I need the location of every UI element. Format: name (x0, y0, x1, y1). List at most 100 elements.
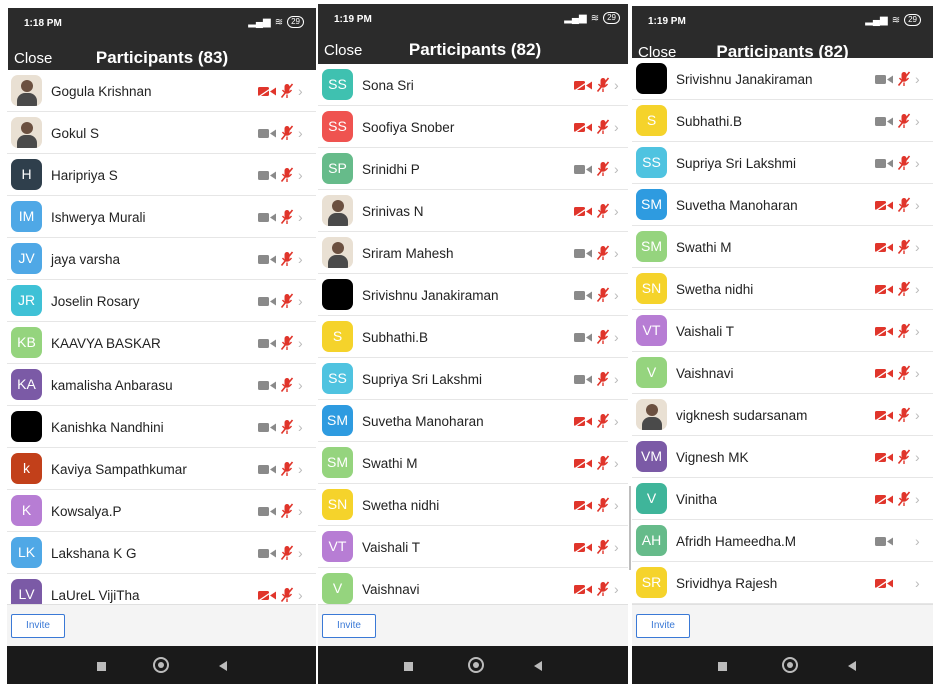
back-button[interactable] (848, 661, 856, 671)
chevron-right-icon[interactable]: › (298, 293, 306, 309)
back-button[interactable] (534, 661, 542, 671)
chevron-right-icon[interactable]: › (614, 287, 622, 303)
participant-row[interactable]: KB KAAVYA BASKAR › (7, 322, 316, 364)
participant-row[interactable]: JV jaya varsha › (7, 238, 316, 280)
scrollbar[interactable] (629, 486, 631, 570)
participant-row[interactable]: Srivishnu Janakiraman › (318, 274, 632, 316)
chevron-right-icon[interactable]: › (915, 155, 923, 171)
home-button[interactable] (153, 657, 169, 673)
chevron-right-icon[interactable]: › (614, 455, 622, 471)
back-button[interactable] (219, 661, 227, 671)
home-button[interactable] (782, 657, 798, 673)
chevron-right-icon[interactable]: › (614, 371, 622, 387)
participant-row[interactable]: LV LaUreL VijiTha › (7, 574, 316, 604)
participant-row[interactable]: SS Supriya Sri Lakshmi › (318, 358, 632, 400)
participant-row[interactable]: LK Lakshana K G › (7, 532, 316, 574)
participant-row[interactable]: SR Srividhya Rajesh › (632, 562, 933, 604)
chevron-right-icon[interactable]: › (915, 113, 923, 129)
microphone-muted-icon (596, 119, 610, 135)
participant-row[interactable]: VT Vaishali T › (632, 310, 933, 352)
chevron-right-icon[interactable]: › (915, 449, 923, 465)
participant-row[interactable]: V Vinitha › (632, 478, 933, 520)
recents-button[interactable] (404, 662, 413, 671)
chevron-right-icon[interactable]: › (614, 581, 622, 597)
chevron-right-icon[interactable]: › (614, 77, 622, 93)
chevron-right-icon[interactable]: › (298, 545, 306, 561)
participant-row[interactable]: Srivishnu Janakiraman › (632, 58, 933, 100)
chevron-right-icon[interactable]: › (298, 419, 306, 435)
participant-row[interactable]: SS Supriya Sri Lakshmi › (632, 142, 933, 184)
chevron-right-icon[interactable]: › (614, 161, 622, 177)
chevron-right-icon[interactable]: › (915, 407, 923, 423)
participant-row[interactable]: SM Suvetha Manoharan › (318, 400, 632, 442)
chevron-right-icon[interactable]: › (915, 197, 923, 213)
participant-row[interactable]: k Kaviya Sampathkumar › (7, 448, 316, 490)
participant-row[interactable]: Gokul S › (7, 112, 316, 154)
participant-row[interactable]: VM Vignesh MK › (632, 436, 933, 478)
participant-row[interactable]: SS Sona Sri › (318, 64, 632, 106)
recents-button[interactable] (718, 662, 727, 671)
chevron-right-icon[interactable]: › (915, 323, 923, 339)
avatar: H (11, 159, 42, 190)
microphone-muted-icon (596, 77, 610, 93)
invite-button[interactable]: Invite (11, 614, 65, 638)
chevron-right-icon[interactable]: › (614, 539, 622, 555)
chevron-right-icon[interactable]: › (614, 497, 622, 513)
participant-row[interactable]: SN Swetha nidhi › (318, 484, 632, 526)
chevron-right-icon[interactable]: › (298, 209, 306, 225)
participant-list[interactable]: SS Sona Sri › SS Soofiya Snober › SP Srinidhi P… (318, 64, 632, 606)
participant-row[interactable]: V Vaishnavi › (318, 568, 632, 606)
participant-list[interactable]: Srivishnu Janakiraman › S Subhathi.B › SS Supr… (632, 58, 933, 606)
participant-row[interactable]: SP Srinidhi P › (318, 148, 632, 190)
chevron-right-icon[interactable]: › (298, 251, 306, 267)
avatar-photo-head (21, 122, 33, 134)
participant-list[interactable]: Gogula Krishnan › Gokul S › H Haripriya S › IM I… (7, 70, 316, 604)
participant-row[interactable]: AH Afridh Hameedha.M › (632, 520, 933, 562)
participant-row[interactable]: Gogula Krishnan › (7, 70, 316, 112)
participant-row[interactable]: SS Soofiya Snober › (318, 106, 632, 148)
participant-row[interactable]: SM Suvetha Manoharan › (632, 184, 933, 226)
chevron-right-icon[interactable]: › (298, 461, 306, 477)
participant-row[interactable]: Kanishka Nandhini › (7, 406, 316, 448)
participant-row[interactable]: vigknesh sudarsanam › (632, 394, 933, 436)
participant-row[interactable]: V Vaishnavi › (632, 352, 933, 394)
chevron-right-icon[interactable]: › (298, 503, 306, 519)
chevron-right-icon[interactable]: › (298, 167, 306, 183)
chevron-right-icon[interactable]: › (915, 365, 923, 381)
chevron-right-icon[interactable]: › (614, 329, 622, 345)
recents-button[interactable] (97, 662, 106, 671)
participant-row[interactable]: K Kowsalya.P › (7, 490, 316, 532)
chevron-right-icon[interactable]: › (614, 245, 622, 261)
chevron-right-icon[interactable]: › (915, 71, 923, 87)
chevron-right-icon[interactable]: › (614, 413, 622, 429)
avatar (322, 279, 353, 310)
chevron-right-icon[interactable]: › (298, 587, 306, 603)
participant-row[interactable]: S Subhathi.B › (632, 100, 933, 142)
chevron-right-icon[interactable]: › (614, 119, 622, 135)
participant-row[interactable]: Srinivas N › (318, 190, 632, 232)
home-button[interactable] (468, 657, 484, 673)
chevron-right-icon[interactable]: › (915, 575, 923, 591)
participant-row[interactable]: VT Vaishali T › (318, 526, 632, 568)
chevron-right-icon[interactable]: › (298, 83, 306, 99)
chevron-right-icon[interactable]: › (298, 377, 306, 393)
chevron-right-icon[interactable]: › (298, 125, 306, 141)
participant-row[interactable]: Sriram Mahesh › (318, 232, 632, 274)
chevron-right-icon[interactable]: › (915, 533, 923, 549)
chevron-right-icon[interactable]: › (614, 203, 622, 219)
participant-row[interactable]: H Haripriya S › (7, 154, 316, 196)
invite-button[interactable]: Invite (636, 614, 690, 638)
participant-row[interactable]: JR Joselin Rosary › (7, 280, 316, 322)
participant-row[interactable]: SN Swetha nidhi › (632, 268, 933, 310)
participant-row[interactable]: SM Swathi M › (318, 442, 632, 484)
participant-row[interactable]: IM Ishwerya Murali › (7, 196, 316, 238)
participant-row[interactable]: S Subhathi.B › (318, 316, 632, 358)
chevron-right-icon[interactable]: › (915, 281, 923, 297)
participant-row[interactable]: SM Swathi M › (632, 226, 933, 268)
invite-button[interactable]: Invite (322, 614, 376, 638)
chevron-right-icon[interactable]: › (915, 239, 923, 255)
participant-row[interactable]: KA kamalisha Anbarasu › (7, 364, 316, 406)
chevron-right-icon[interactable]: › (915, 491, 923, 507)
microphone-muted-icon (897, 71, 911, 87)
chevron-right-icon[interactable]: › (298, 335, 306, 351)
